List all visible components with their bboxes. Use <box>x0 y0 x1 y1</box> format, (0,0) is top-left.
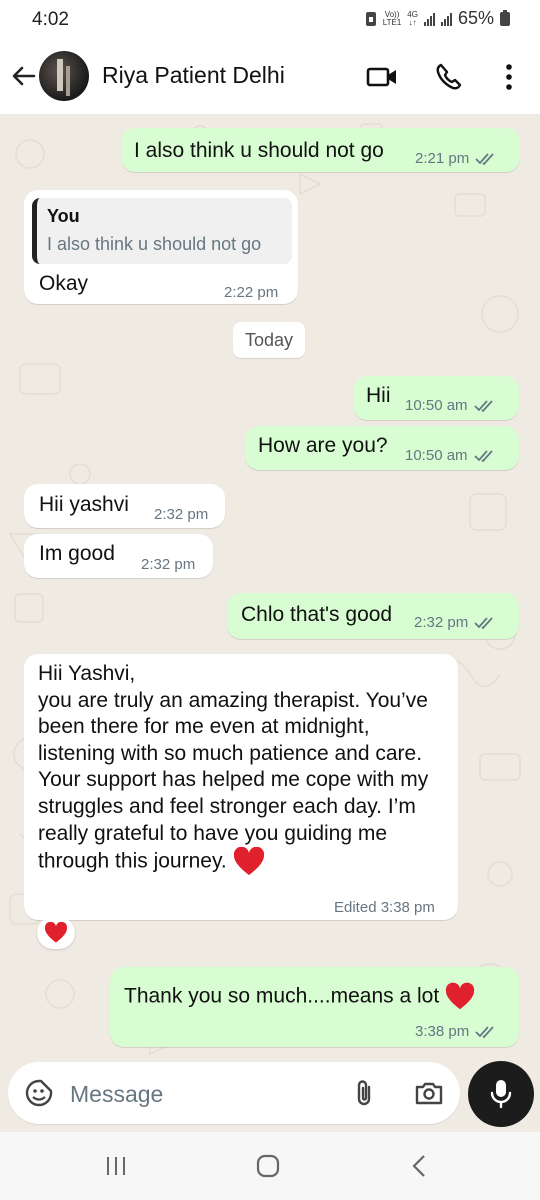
message-time: 2:32 pm <box>141 556 196 573</box>
more-options-icon[interactable] <box>494 62 524 92</box>
message-bubble-outgoing[interactable]: Thank you so much....means a lot 3:38 pm <box>110 967 519 1047</box>
double-tick-icon <box>474 616 493 629</box>
heart-emoji-icon <box>233 847 264 876</box>
message-time: 2:32 pm <box>154 506 209 523</box>
message-bubble-incoming[interactable]: You I also think u should not go Okay 2:… <box>24 190 298 304</box>
attach-icon[interactable] <box>350 1078 380 1108</box>
nav-back-icon[interactable] <box>408 1154 432 1178</box>
quote-text: I also think u should not go <box>47 234 262 254</box>
signal-icon-2 <box>440 12 452 26</box>
message-time: Edited 3:38 pm <box>334 899 435 916</box>
sticker-icon[interactable] <box>24 1078 54 1108</box>
system-nav-bar <box>0 1132 540 1200</box>
message-text: Chlo that's good <box>241 603 393 626</box>
video-call-icon[interactable] <box>366 62 398 92</box>
message-bubble-incoming[interactable]: Hii yashvi 2:32 pm <box>24 484 225 528</box>
message-text-long: Hii Yashvi, you are truly an amazing the… <box>38 661 448 877</box>
back-arrow-icon[interactable] <box>10 62 38 90</box>
status-indicators: Vo)) LTE1 4G ↓↑ 65% <box>365 8 510 29</box>
message-text: Hii yashvi <box>39 493 129 516</box>
contact-name[interactable]: Riya Patient Delhi <box>102 62 285 89</box>
day-separator: Today <box>233 322 305 358</box>
double-tick-icon <box>475 1025 494 1038</box>
network-gen: 4G ↓↑ <box>407 9 418 27</box>
message-text: Okay <box>39 272 89 295</box>
quoted-message[interactable]: You I also think u should not go <box>32 198 292 264</box>
heart-emoji-icon <box>44 922 68 943</box>
message-reaction[interactable] <box>37 917 75 949</box>
composer-box <box>8 1062 460 1124</box>
chat-area[interactable]: I also think u should not go 2:21 pm You… <box>0 114 540 1060</box>
composer-bar <box>0 1060 540 1132</box>
double-tick-icon <box>475 152 494 165</box>
chat-header: Riya Patient Delhi <box>0 40 540 114</box>
message-input[interactable] <box>68 1074 332 1114</box>
battery-icon <box>500 9 510 26</box>
signal-icon-1 <box>423 12 435 26</box>
mic-button[interactable] <box>468 1061 534 1127</box>
quote-author: You <box>47 206 80 226</box>
message-bubble-incoming[interactable]: Hii Yashvi, you are truly an amazing the… <box>24 654 458 920</box>
avatar[interactable] <box>39 51 89 101</box>
message-meta: 2:32 pm <box>414 614 496 631</box>
message-text: How are you? <box>258 434 388 457</box>
double-tick-icon <box>473 449 493 462</box>
recents-icon[interactable] <box>104 1154 128 1178</box>
camera-icon[interactable] <box>414 1078 444 1108</box>
status-time: 4:02 <box>32 9 69 30</box>
double-tick-icon <box>473 399 493 412</box>
message-meta: 10:50 am <box>405 447 496 464</box>
message-meta: 3:38 pm <box>415 1023 497 1040</box>
message-time: 2:22 pm <box>224 284 279 301</box>
message-text: Im good <box>39 542 115 565</box>
message-bubble-outgoing[interactable]: Hii 10:50 am <box>353 376 519 420</box>
message-bubble-outgoing[interactable]: Chlo that's good 2:32 pm <box>227 593 519 639</box>
home-icon[interactable] <box>256 1154 280 1178</box>
message-text: Thank you so much....means a lot <box>124 982 475 1012</box>
status-bar: 4:02 Vo)) LTE1 4G ↓↑ 65% <box>0 0 540 40</box>
message-meta: 10:50 am <box>405 397 496 414</box>
volte-indicator: Vo)) LTE1 <box>382 9 402 27</box>
message-text: I also think u should not go <box>134 139 384 162</box>
mic-icon <box>490 1080 512 1109</box>
message-bubble-outgoing[interactable]: How are you? 10:50 am <box>245 426 519 470</box>
lock-status-icon <box>365 11 376 26</box>
message-text: Hii Yashvi, you are truly an amazing the… <box>38 662 429 873</box>
phone-icon[interactable] <box>434 62 466 92</box>
message-bubble-incoming[interactable]: Im good 2:32 pm <box>24 534 213 578</box>
heart-emoji-icon <box>445 982 475 1010</box>
battery-percent: 65% <box>457 8 494 28</box>
message-text: Hii <box>366 384 391 407</box>
message-bubble-outgoing[interactable]: I also think u should not go 2:21 pm <box>121 128 520 172</box>
message-meta: 2:21 pm <box>415 150 497 167</box>
